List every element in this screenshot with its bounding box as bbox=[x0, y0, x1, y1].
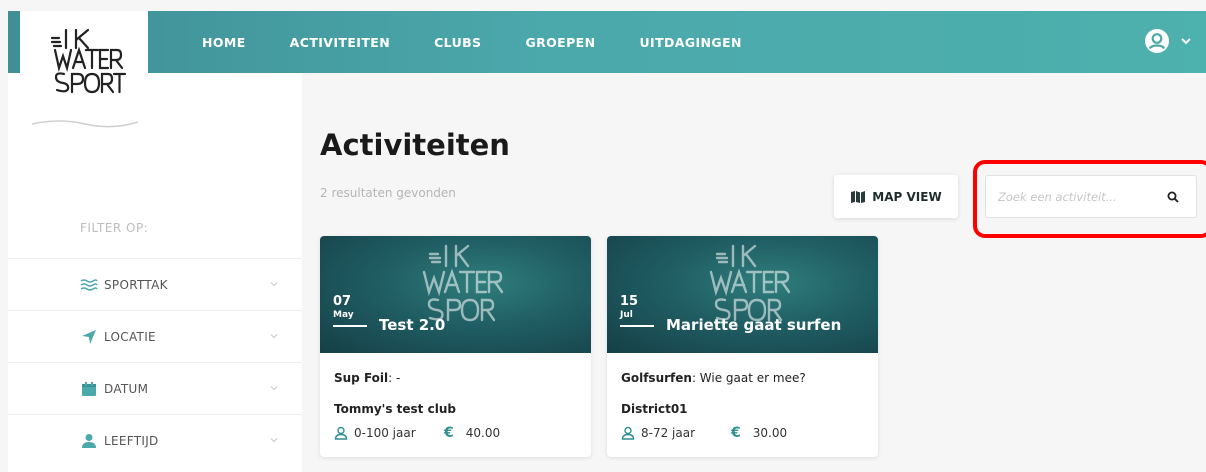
card-image: 15 Jul Mariette gaat surfen bbox=[607, 236, 878, 353]
card-sport: Sup Foil: - bbox=[334, 371, 577, 385]
chevron-down-icon[interactable] bbox=[1180, 35, 1192, 47]
card-sport-desc: : - bbox=[388, 371, 401, 385]
euro-icon: € bbox=[731, 425, 741, 441]
card-day: 07 bbox=[333, 294, 352, 309]
search-input[interactable] bbox=[986, 176, 1161, 217]
card-body: Golfsurfen: Wie gaat er mee? District01 … bbox=[607, 353, 878, 453]
nav-home[interactable]: HOME bbox=[202, 35, 246, 50]
waves-icon bbox=[80, 276, 98, 294]
card-age: 0-100 jaar bbox=[334, 426, 444, 440]
card-title: Test 2.0 bbox=[379, 316, 446, 334]
filter-label: LEEFTIJD bbox=[104, 433, 159, 448]
card-sport-name: Golfsurfen bbox=[621, 371, 692, 385]
euro-icon: € bbox=[444, 425, 454, 441]
card-date: 15 Jul bbox=[620, 295, 654, 327]
nav-links: HOME ACTIVITEITEN CLUBS GROEPEN UITDAGIN… bbox=[202, 11, 786, 73]
nav-uitdagingen[interactable]: UITDAGINGEN bbox=[639, 35, 741, 50]
card-image: 07 May Test 2.0 bbox=[320, 236, 591, 353]
card-club: District01 bbox=[621, 402, 688, 416]
card-month: Jul bbox=[620, 310, 633, 320]
calendar-icon bbox=[80, 380, 98, 398]
user-outline-icon bbox=[621, 426, 635, 440]
filter-title: FILTER OP: bbox=[80, 221, 149, 235]
card-date: 07 May bbox=[333, 295, 367, 327]
chevron-down-icon bbox=[270, 386, 278, 391]
user-menu[interactable] bbox=[1144, 28, 1192, 54]
results-count: 2 resultaten gevonden bbox=[320, 186, 456, 200]
brand-logo[interactable] bbox=[30, 20, 140, 140]
card-day: 15 bbox=[620, 294, 639, 309]
filter-locatie[interactable]: LOCATIE bbox=[8, 310, 302, 362]
card-price: € 40.00 bbox=[444, 425, 500, 441]
card-body: Sup Foil: - Tommy's test club 0-100 jaar… bbox=[320, 353, 591, 453]
nav-groepen[interactable]: GROEPEN bbox=[525, 35, 595, 50]
location-arrow-icon bbox=[80, 328, 98, 346]
filter-label: SPORTTAK bbox=[104, 277, 168, 292]
date-underline bbox=[333, 325, 367, 327]
page-title: Activiteiten bbox=[320, 128, 510, 162]
filter-label: DATUM bbox=[104, 381, 149, 396]
date-underline bbox=[620, 325, 654, 327]
card-sport: Golfsurfen: Wie gaat er mee? bbox=[621, 371, 864, 385]
user-avatar-icon[interactable] bbox=[1144, 28, 1170, 54]
card-age-text: 0-100 jaar bbox=[354, 426, 416, 440]
card-month: May bbox=[333, 310, 354, 320]
card-title: Mariette gaat surfen bbox=[666, 316, 842, 334]
card-club: Tommy's test club bbox=[334, 402, 456, 416]
user-outline-icon bbox=[334, 426, 348, 440]
card-age-text: 8-72 jaar bbox=[641, 426, 696, 440]
card-price-text: 30.00 bbox=[752, 426, 788, 440]
card-meta: 0-100 jaar € 40.00 bbox=[334, 425, 577, 441]
search-icon[interactable] bbox=[1167, 191, 1179, 203]
card-meta: 8-72 jaar € 30.00 bbox=[621, 425, 864, 441]
card-price-text: 40.00 bbox=[465, 426, 501, 440]
top-navigation: HOME ACTIVITEITEN CLUBS GROEPEN UITDAGIN… bbox=[8, 11, 1206, 73]
chevron-down-icon bbox=[270, 282, 278, 287]
card-sport-desc: : Wie gaat er mee? bbox=[691, 371, 806, 385]
filter-label: LOCATIE bbox=[104, 329, 156, 344]
search-box bbox=[985, 175, 1197, 218]
card-price: € 30.00 bbox=[731, 425, 787, 441]
card-sport-name: Sup Foil bbox=[334, 371, 389, 385]
person-icon bbox=[80, 432, 98, 450]
page: HOME ACTIVITEITEN CLUBS GROEPEN UITDAGIN… bbox=[0, 0, 1206, 472]
chevron-down-icon bbox=[270, 334, 278, 339]
filter-leeftijd[interactable]: LEEFTIJD bbox=[8, 414, 302, 466]
nav-activiteiten[interactable]: ACTIVITEITEN bbox=[290, 35, 390, 50]
card-age: 8-72 jaar bbox=[621, 426, 731, 440]
map-icon bbox=[851, 190, 866, 203]
filter-sporttak[interactable]: SPORTTAK bbox=[8, 258, 302, 310]
activity-card[interactable]: 15 Jul Mariette gaat surfen Golfsurfen: … bbox=[607, 236, 878, 457]
map-view-label: MAP VIEW bbox=[872, 189, 942, 204]
nav-clubs[interactable]: CLUBS bbox=[434, 35, 481, 50]
activity-card[interactable]: 07 May Test 2.0 Sup Foil: - Tommy's test… bbox=[320, 236, 591, 457]
chevron-down-icon bbox=[270, 438, 278, 443]
filter-datum[interactable]: DATUM bbox=[8, 362, 302, 414]
map-view-button[interactable]: MAP VIEW bbox=[834, 175, 958, 218]
